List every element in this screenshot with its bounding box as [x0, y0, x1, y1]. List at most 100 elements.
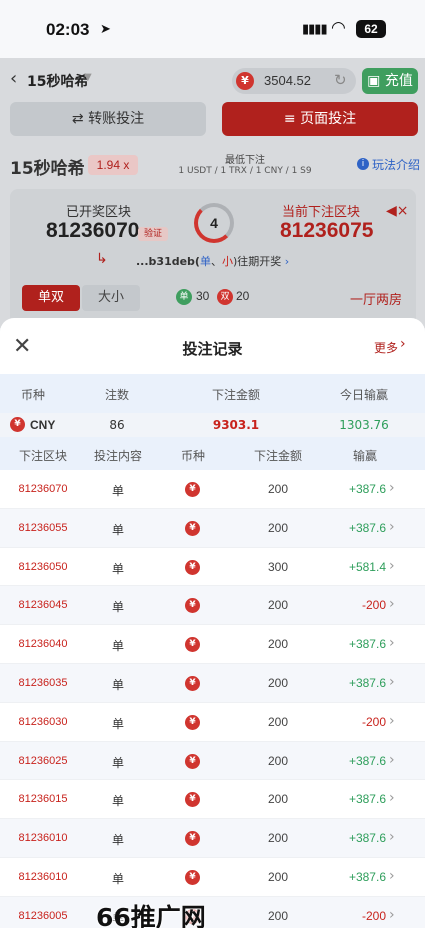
hash-history-link[interactable]: ...b31deb(单、小)往期开奖 ›: [136, 253, 289, 269]
records-header: 下注区块 投注内容 币种 下注金额 输赢: [0, 437, 425, 470]
yuan-coin-icon: ¥: [185, 520, 200, 536]
header-content: 投注内容: [93, 449, 142, 463]
app-header: ‹ 15秒哈希 ▼ ¥ 3504.52 ↻ ▣ 充值: [0, 58, 425, 102]
table-row[interactable]: 81236045 单 ¥200 -200 ›: [0, 586, 425, 626]
chevron-right-icon[interactable]: ›: [389, 713, 395, 729]
row-amount: 200: [267, 598, 289, 613]
row-content: 单: [111, 794, 124, 809]
row-block: 81236035: [18, 676, 68, 689]
hash-prefix: ...b31deb(: [136, 255, 200, 268]
yuan-coin-icon: ¥: [185, 792, 200, 808]
refresh-icon[interactable]: ↻: [334, 71, 347, 89]
howto-link[interactable]: 玩法介绍: [372, 156, 420, 173]
row-win: +387.6: [348, 753, 386, 768]
summary-amount: 9303.1: [212, 418, 260, 432]
location-icon: ➤: [100, 22, 111, 37]
table-row[interactable]: 81236010 单 ¥200 +387.6 ›: [0, 819, 425, 858]
tab-transfer-label: 转账投注: [88, 111, 145, 127]
chevron-right-icon[interactable]: ›: [389, 674, 395, 690]
row-win: +387.6: [348, 675, 386, 690]
more-link[interactable]: 更多: [374, 339, 398, 356]
status-bar: 02:03 ➤ ▮▮▮▮ ◠ 62: [0, 0, 425, 58]
table-row[interactable]: 81236010 单 ¥200 +387.6 ›: [0, 857, 425, 897]
summary-count: 86: [109, 418, 125, 432]
status-time: 02:03: [46, 20, 90, 39]
verify-button[interactable]: 验证: [138, 227, 168, 241]
current-block-number: 81236075: [280, 219, 374, 242]
yuan-coin-icon: ¥: [185, 598, 200, 614]
yuan-coin-icon: ¥: [185, 869, 200, 885]
sheet-title: 投注记录: [182, 340, 243, 358]
table-row[interactable]: 81236040 单 ¥200 +387.6 ›: [0, 625, 425, 664]
row-win: +387.6: [348, 482, 386, 496]
recharge-label: 充值: [384, 73, 413, 89]
row-amount: 300: [267, 559, 289, 574]
row-amount: 200: [267, 792, 289, 807]
recharge-button[interactable]: ▣ 充值: [362, 68, 418, 94]
chevron-right-icon[interactable]: ›: [389, 790, 395, 806]
chevron-right-icon: ›: [281, 255, 290, 268]
row-win: -200: [361, 598, 386, 613]
tab-odd-even[interactable]: 单双: [22, 285, 80, 311]
back-icon[interactable]: ‹: [10, 68, 17, 89]
chevron-right-icon[interactable]: ›: [389, 480, 395, 496]
info-icon[interactable]: i: [357, 158, 369, 170]
chevron-right-icon[interactable]: ›: [389, 519, 395, 535]
header-block: 下注区块: [18, 449, 67, 463]
mute-icon[interactable]: ◀×: [386, 203, 409, 219]
table-row[interactable]: 81236050 单 ¥300 +581.4 ›: [0, 547, 425, 587]
table-row[interactable]: 81236015 单 ¥200 +387.6 ›: [0, 780, 425, 820]
row-block: 81236030: [18, 715, 68, 728]
yuan-coin-icon: ¥: [185, 559, 200, 575]
table-row[interactable]: 81236055 单 ¥200 +387.6 ›: [0, 508, 425, 548]
row-content: 单: [111, 600, 124, 615]
row-win: +387.6: [348, 792, 386, 807]
records-list: 81236070 单 ¥200 +387.6 › 81236055 单 ¥200 +387.6 ›…: [0, 470, 425, 928]
row-amount: 200: [267, 482, 289, 496]
row-amount: 200: [267, 831, 289, 846]
chevron-right-icon[interactable]: ›: [389, 635, 395, 651]
chevron-right-icon[interactable]: ›: [389, 868, 395, 884]
tab-page-bet[interactable]: ≡ 页面投注: [222, 102, 418, 136]
chevron-right-icon[interactable]: ›: [389, 596, 395, 612]
yuan-coin-icon: ¥: [185, 831, 200, 847]
row-content: 单: [111, 871, 124, 886]
chevron-down-icon[interactable]: ▼: [84, 72, 92, 83]
chevron-right-icon[interactable]: ›: [389, 752, 395, 768]
tab-transfer-bet[interactable]: ⇄ 转账投注: [10, 102, 206, 136]
game-title: 15秒哈希: [10, 159, 85, 179]
odd-count-icon: 单: [176, 289, 192, 305]
chevron-right-icon[interactable]: ›: [389, 558, 395, 574]
table-row[interactable]: 81236070 单 ¥200 +387.6 ›: [0, 470, 425, 509]
summary-currency: CNY: [30, 418, 56, 432]
row-content: 单: [111, 755, 124, 770]
game-page: ‹ 15秒哈希 ▼ ¥ 3504.52 ↻ ▣ 充值 ⇄ 转账投注 ≡ 页面投注…: [0, 58, 425, 339]
summary-header-count: 注数: [104, 388, 129, 402]
summary-today: 1303.76: [339, 418, 389, 432]
hash-sep: 、: [210, 255, 222, 268]
tab-big-small[interactable]: 大小: [82, 285, 140, 311]
room-label[interactable]: 一厅两房: [350, 289, 402, 308]
chevron-right-icon[interactable]: ›: [400, 336, 406, 352]
table-row[interactable]: 81236030 单 ¥200 -200 ›: [0, 702, 425, 742]
game-selector[interactable]: 15秒哈希: [27, 71, 88, 91]
row-content: 单: [111, 833, 124, 848]
row-content: 单: [111, 484, 124, 498]
row-content: 单: [111, 561, 124, 576]
chevron-right-icon[interactable]: ›: [389, 829, 395, 845]
hash-odd: 单: [199, 255, 211, 268]
row-win: +387.6: [348, 637, 386, 652]
row-win: +387.6: [348, 831, 386, 846]
row-block: 81236055: [18, 521, 68, 534]
yuan-coin-icon: ¥: [185, 675, 200, 691]
summary-header-currency: 币种: [20, 388, 45, 402]
header-win: 输赢: [352, 449, 377, 463]
row-block: 81236010: [18, 870, 68, 883]
hash-suffix: )往期开奖: [232, 255, 282, 268]
table-row[interactable]: 81236035 单 ¥200 +387.6 ›: [0, 663, 425, 703]
row-amount: 200: [267, 869, 289, 884]
table-row[interactable]: 81236025 单 ¥200 +387.6 ›: [0, 741, 425, 781]
opened-block-number: 81236070: [46, 219, 140, 242]
tab-page-label: 页面投注: [300, 111, 357, 127]
row-win: +581.4: [348, 559, 386, 574]
